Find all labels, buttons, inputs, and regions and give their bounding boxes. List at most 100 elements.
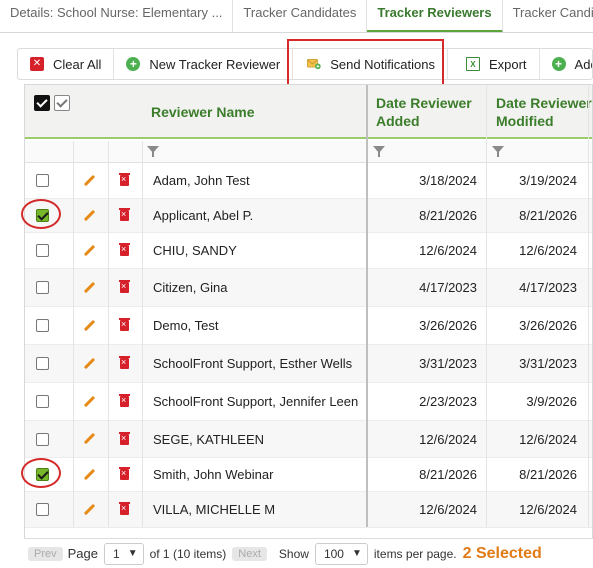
trash-delete-icon[interactable] <box>119 243 130 256</box>
reviewer-name: VILLA, MICHELLE M <box>153 502 276 517</box>
date-added: 8/21/2026 <box>419 208 477 223</box>
add-button[interactable]: + Add <box>540 49 592 79</box>
date-added: 12/6/2024 <box>419 431 477 447</box>
date-modified: 3/19/2024 <box>519 173 577 188</box>
page-label: Page <box>67 546 98 561</box>
row-checkbox[interactable] <box>36 503 49 516</box>
plus-circle-icon: + <box>551 57 566 71</box>
new-tracker-reviewer-button[interactable]: + New Tracker Reviewer <box>114 49 294 79</box>
column-divider <box>73 141 74 527</box>
table-row[interactable]: Smith, John Webinar 8/21/2026 8/21/2026 <box>25 458 592 492</box>
table-row[interactable]: SchoolFront Support, Jennifer Leen 2/23/… <box>25 383 592 421</box>
pencil-edit-icon[interactable] <box>83 396 95 408</box>
filter-row <box>25 141 592 163</box>
pencil-edit-icon[interactable] <box>83 320 95 332</box>
page-number-select[interactable]: 1 ▼ <box>104 542 144 565</box>
trash-delete-icon[interactable] <box>119 356 130 369</box>
trash-delete-icon[interactable] <box>119 394 130 407</box>
date-modified: 3/26/2026 <box>519 318 577 333</box>
pencil-edit-icon[interactable] <box>83 245 95 257</box>
send-notifications-button[interactable]: Send Notifications <box>293 49 448 79</box>
send-notifications-label: Send Notifications <box>330 56 435 72</box>
column-header-reviewer-name[interactable]: Reviewer Name <box>151 85 366 139</box>
trash-delete-icon[interactable] <box>119 208 130 221</box>
select-all-checkbox-icon[interactable] <box>34 95 50 111</box>
tab-tracker-reviewers[interactable]: Tracker Reviewers <box>367 0 503 32</box>
frozen-column-divider <box>366 85 368 527</box>
row-checkbox[interactable] <box>36 357 49 370</box>
pencil-edit-icon[interactable] <box>83 210 95 222</box>
grid-pager: Prev Page 1 ▼ of 1 (10 items) Next Show … <box>24 538 593 568</box>
row-checkbox[interactable] <box>36 281 49 294</box>
column-header-date-added[interactable]: Date Reviewer Added <box>376 85 486 139</box>
tab-tracker-candidates-overflow[interactable]: Tracker Candid <box>503 0 593 32</box>
show-label: Show <box>278 546 309 561</box>
table-row[interactable]: Adam, John Test 3/18/2024 3/19/2024 <box>25 163 592 199</box>
date-added: 8/21/2026 <box>419 467 477 482</box>
plus-circle-icon: + <box>126 57 141 71</box>
per-page-text: items per page. <box>373 546 457 561</box>
row-checkbox[interactable] <box>36 174 49 187</box>
trash-delete-icon[interactable] <box>119 467 130 480</box>
page-number-value: 1 <box>113 546 120 561</box>
date-modified: 8/21/2026 <box>519 467 577 482</box>
row-checkbox[interactable] <box>36 395 49 408</box>
pencil-edit-icon[interactable] <box>83 433 95 445</box>
new-tracker-reviewer-label: New Tracker Reviewer <box>149 56 281 72</box>
page-size-select[interactable]: 100 ▼ <box>314 542 368 565</box>
clear-icon: ✕ <box>30 57 44 71</box>
row-checkbox[interactable] <box>36 209 49 222</box>
tab-tracker-candidates[interactable]: Tracker Candidates <box>233 0 368 32</box>
date-added: 4/17/2023 <box>419 280 477 295</box>
trash-delete-icon[interactable] <box>119 502 130 515</box>
table-row[interactable]: SEGE, KATHLEEN 12/6/2024 12/6/2024 <box>25 421 592 458</box>
table-row[interactable]: Demo, Test 3/26/2026 3/26/2026 <box>25 307 592 345</box>
table-row[interactable]: Applicant, Abel P. 8/21/2026 8/21/2026 <box>25 199 592 233</box>
prev-page-button[interactable]: Prev <box>28 546 63 561</box>
pencil-edit-icon[interactable] <box>83 282 95 294</box>
reviewer-name: SchoolFront Support, Jennifer Leen <box>153 394 359 409</box>
reviewer-name: Demo, Test <box>153 318 219 333</box>
table-row[interactable]: SchoolFront Support, Esther Wells 3/31/2… <box>25 345 592 383</box>
trash-delete-icon[interactable] <box>119 318 130 331</box>
reviewer-name: Applicant, Abel P. <box>153 208 254 223</box>
trash-delete-icon[interactable] <box>119 280 130 293</box>
next-page-button[interactable]: Next <box>232 546 267 561</box>
export-label: Export <box>488 56 527 72</box>
grid-toolbar: ✕ Clear All + New Tracker Reviewer Send … <box>17 48 593 80</box>
clear-all-label: Clear All <box>53 56 102 72</box>
export-button[interactable]: X Export <box>448 49 540 79</box>
date-modified: 4/17/2023 <box>519 280 577 295</box>
date-modified: 12/6/2024 <box>519 431 577 447</box>
reviewers-grid: Reviewer Name Date Reviewer Added Date R… <box>24 84 593 568</box>
row-checkbox[interactable] <box>36 432 49 446</box>
date-modified: 3/9/2026 <box>526 394 577 409</box>
filter-icon[interactable] <box>373 146 385 157</box>
filter-icon[interactable] <box>492 146 504 157</box>
row-checkbox[interactable] <box>36 319 49 332</box>
clear-all-button[interactable]: ✕ Clear All <box>18 49 115 79</box>
select-page-checkbox-icon[interactable] <box>54 95 70 111</box>
date-added: 12/6/2024 <box>419 502 477 517</box>
row-checkbox[interactable] <box>36 244 49 257</box>
tab-strip: Details: School Nurse: Elementary ... Tr… <box>0 0 593 33</box>
date-added: 12/6/2024 <box>419 243 477 258</box>
reviewer-name: CHIU, SANDY <box>153 243 237 258</box>
table-row[interactable]: VILLA, MICHELLE M 12/6/2024 12/6/2024 <box>25 492 592 528</box>
pencil-edit-icon[interactable] <box>83 175 95 187</box>
date-added: 2/23/2023 <box>419 394 477 409</box>
column-header-date-modified[interactable]: Date Reviewer Modified <box>496 85 592 139</box>
column-divider <box>588 85 589 527</box>
table-row[interactable]: Citizen, Gina 4/17/2023 4/17/2023 <box>25 269 592 307</box>
pencil-edit-icon[interactable] <box>83 469 95 481</box>
selected-count: 2 Selected <box>462 544 542 562</box>
pencil-edit-icon[interactable] <box>83 358 95 370</box>
filter-icon[interactable] <box>147 146 159 157</box>
table-row[interactable]: CHIU, SANDY 12/6/2024 12/6/2024 <box>25 233 592 269</box>
tab-details[interactable]: Details: School Nurse: Elementary ... <box>0 0 234 32</box>
trash-delete-icon[interactable] <box>119 173 130 186</box>
pencil-edit-icon[interactable] <box>83 504 95 516</box>
trash-delete-icon[interactable] <box>119 431 130 445</box>
reviewer-name: SchoolFront Support, Esther Wells <box>153 356 353 371</box>
row-checkbox[interactable] <box>36 468 49 481</box>
